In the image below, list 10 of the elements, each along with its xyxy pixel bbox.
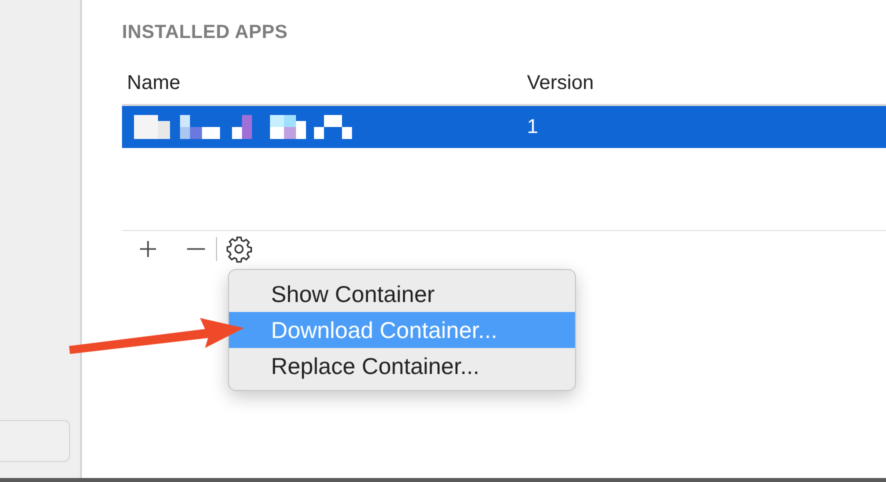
minus-icon[interactable] <box>186 247 206 251</box>
section-title: INSTALLED APPS <box>122 22 289 44</box>
plus-icon[interactable] <box>138 239 158 259</box>
column-header[interactable]: Version <box>527 72 594 94</box>
table-row[interactable]: 1 <box>122 104 886 148</box>
gear-icon[interactable] <box>225 235 253 263</box>
menu-item[interactable]: Replace Container... <box>229 348 575 384</box>
table-cell: 1 <box>527 116 538 138</box>
column-header[interactable]: Name <box>122 72 527 94</box>
menu-item[interactable]: Show Container <box>229 276 575 312</box>
